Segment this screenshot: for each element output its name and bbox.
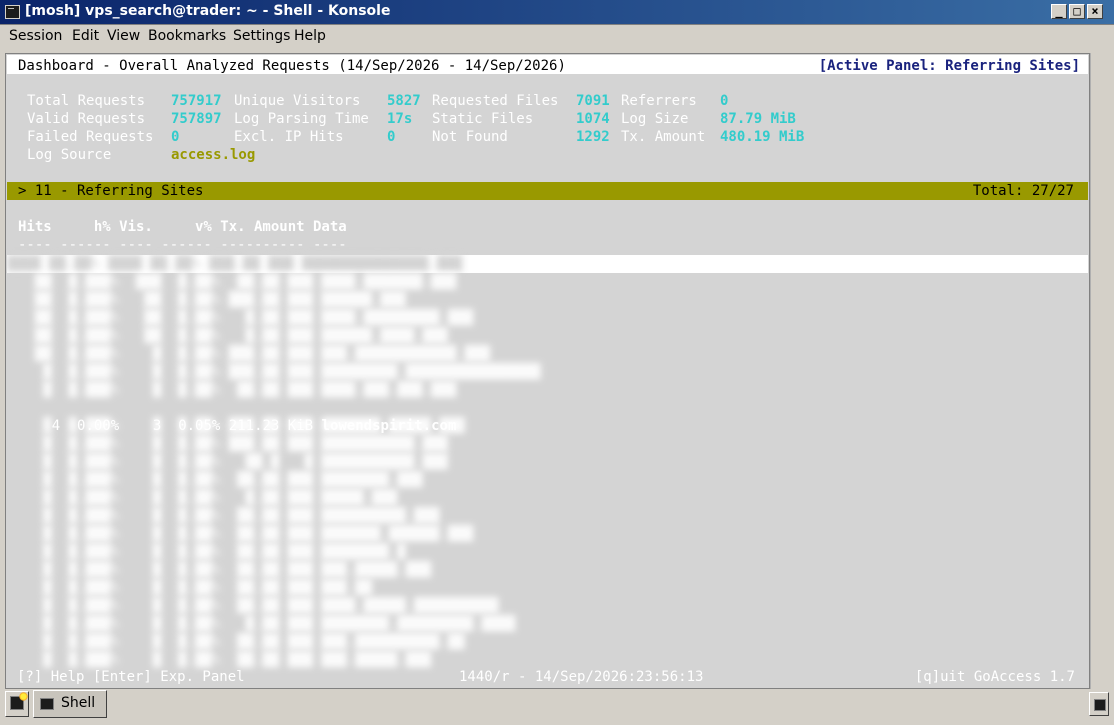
referrers-value: 0 <box>720 93 729 109</box>
table-row[interactable]: █ █.███% █ █.██% ██.██ ███ ██████████.██… <box>18 507 439 525</box>
menu-help[interactable]: Help <box>294 28 326 44</box>
table-row[interactable]: █ █.███% █ █.██% ██.█ █ ███████████.███ <box>18 453 448 471</box>
log-size-label: Log Size <box>621 111 689 127</box>
table-column-headers: Hits h% Vis. v% Tx. Amount Data <box>18 219 347 235</box>
window-title: [mosh] vps_search@trader: ~ - Shell - Ko… <box>25 3 391 19</box>
unique-visitors-label: Unique Visitors <box>234 93 361 109</box>
terminal-icon <box>5 5 20 19</box>
requested-files-value: 7091 <box>576 93 610 109</box>
maximize-button[interactable]: □ <box>1069 4 1085 19</box>
panel-title-bar[interactable]: > 11 - Referring Sites Total: 27/27 <box>7 182 1088 200</box>
window-titlebar[interactable]: [mosh] vps_search@trader: ~ - Shell - Ko… <box>0 0 1114 25</box>
table-row[interactable]: █ █.███% █ █.██% ██.██ ███ ████.█████.██… <box>18 597 498 615</box>
not-found-value: 1292 <box>576 129 610 145</box>
log-size-value: 87.79 MiB <box>720 111 796 127</box>
tab-bar: Shell <box>0 689 1114 725</box>
table-row[interactable]: ██ █.███% ███ █.██% ██.██ ███ ████.█████… <box>18 273 456 291</box>
table-row[interactable]: ██ █.███% ██ █.██% █.██ ███ ██████.████.… <box>18 327 448 345</box>
table-row[interactable]: █ █.███% █ █.██% ███.██ ███ █████████.██… <box>18 363 540 381</box>
new-tab-icon <box>10 692 28 710</box>
table-row[interactable]: ██ █.███% █ █.██% ███.██ ███ ███.███████… <box>18 345 490 363</box>
table-row[interactable]: █ █.███% █ █.██% ██.██ ███ ███.█████.███ <box>18 651 431 669</box>
new-tab-button[interactable] <box>5 691 29 717</box>
menu-edit[interactable]: Edit <box>72 28 99 44</box>
menu-bar: Session Edit View Bookmarks Settings Hel… <box>0 25 1114 47</box>
close-button[interactable]: × <box>1087 4 1103 19</box>
table-row[interactable]: █ █.███% █ █.██% █.██ ███ ████████.█████… <box>18 615 515 633</box>
total-requests-label: Total Requests <box>27 93 146 109</box>
active-panel-indicator: [Active Panel: Referring Sites] <box>818 58 1080 74</box>
menu-settings[interactable]: Settings <box>233 28 290 44</box>
minimize-button[interactable]: _ <box>1051 4 1067 19</box>
table-row[interactable]: █ █.███% █ █.██% ██.██ ███ ████.███.███.… <box>18 381 456 399</box>
table-row[interactable]: █ █.███% █ █.██% ███.██ ███ ███████████.… <box>18 435 448 453</box>
tab-shell[interactable]: Shell <box>33 690 107 718</box>
terminal-view[interactable]: Dashboard - Overall Analyzed Requests (1… <box>5 53 1090 689</box>
log-source-value: access.log <box>171 147 256 163</box>
table-row[interactable]: █ █.███% █ █.██% ██.██ ███ ███████.█████… <box>18 525 473 543</box>
close-tab-button[interactable] <box>1089 692 1109 716</box>
table-row[interactable]: █ █.███% █ █.██% ██.██ ███ ███.█████████… <box>18 633 464 651</box>
referrers-label: Referrers <box>621 93 697 109</box>
valid-requests-value: 757897 <box>171 111 222 127</box>
tx-amount-label: Tx. Amount <box>621 129 706 145</box>
dashboard-title: Dashboard - Overall Analyzed Requests (1… <box>18 58 566 74</box>
dashboard-header: Dashboard - Overall Analyzed Requests (1… <box>7 55 1088 74</box>
table-row[interactable]: █ █.███% █ █.██% █.██ ███ █████.███ <box>18 489 397 507</box>
tx-amount-value: 480.19 MiB <box>720 129 805 145</box>
log-source-label: Log Source <box>27 147 112 163</box>
not-found-label: Not Found <box>432 129 508 145</box>
unique-visitors-value: 5827 <box>387 93 421 109</box>
failed-requests-label: Failed Requests <box>27 129 154 145</box>
menu-bookmarks[interactable]: Bookmarks <box>148 28 226 44</box>
table-column-dashes: ---- ------ ---- ------ ---------- ---- <box>18 237 347 253</box>
menu-view[interactable]: View <box>107 28 140 44</box>
static-files-label: Static Files <box>432 111 534 127</box>
table-row[interactable]: ██ █.███% ██ █.██% ███.██ ███ ██████.███ <box>18 291 406 309</box>
panel-title: > 11 - Referring Sites <box>18 183 204 199</box>
table-row[interactable]: █ █.███% █ █.██% ██.██ ███ ████████.███ <box>18 471 422 489</box>
excl-ip-hits-label: Excl. IP Hits <box>234 129 344 145</box>
selected-table-row[interactable]: ████ ██.██% ████ ██.██% ███.██ ███ █████… <box>7 255 1088 273</box>
panel-total: Total: 27/27 <box>972 183 1074 199</box>
table-row[interactable]: █ █.███% █ █.██% ███.██ ███ ███████.████… <box>18 417 464 435</box>
footer-help-hint: [?] Help [Enter] Exp. Panel <box>17 669 245 685</box>
table-row[interactable]: █ █.███% █ █.██% ██.██ ███ ███.██ <box>18 579 372 597</box>
excl-ip-hits-value: 0 <box>387 129 396 145</box>
terminal-scrollbar[interactable] <box>1090 53 1110 689</box>
failed-requests-value: 0 <box>171 129 180 145</box>
requested-files-label: Requested Files <box>432 93 559 109</box>
menu-session[interactable]: Session <box>9 28 62 44</box>
log-parsing-time-value: 17s <box>387 111 413 127</box>
blurred-row-content: ████ ██.██% ████ ██.██% ███.██ ███ █████… <box>7 256 463 272</box>
tab-shell-label: Shell <box>61 695 96 711</box>
table-row[interactable]: ██ █.███% ██ █.██% █.██ ███ ████.███████… <box>18 309 473 327</box>
table-row[interactable]: █ █.███% █ █.██% ██.██ ███ ███.█████.███ <box>18 561 431 579</box>
terminal-icon <box>40 698 54 710</box>
total-requests-value: 757917 <box>171 93 222 109</box>
footer-rate-timestamp: 1440/r - 14/Sep/2026:23:56:13 <box>459 669 704 685</box>
static-files-value: 1074 <box>576 111 610 127</box>
valid-requests-label: Valid Requests <box>27 111 146 127</box>
footer-quit-version: [q]uit GoAccess 1.7 <box>914 669 1075 685</box>
log-parsing-time-label: Log Parsing Time <box>234 111 369 127</box>
table-row[interactable]: █ █.███% █ █.██% ██.██ ███ ████████.█ <box>18 543 405 561</box>
